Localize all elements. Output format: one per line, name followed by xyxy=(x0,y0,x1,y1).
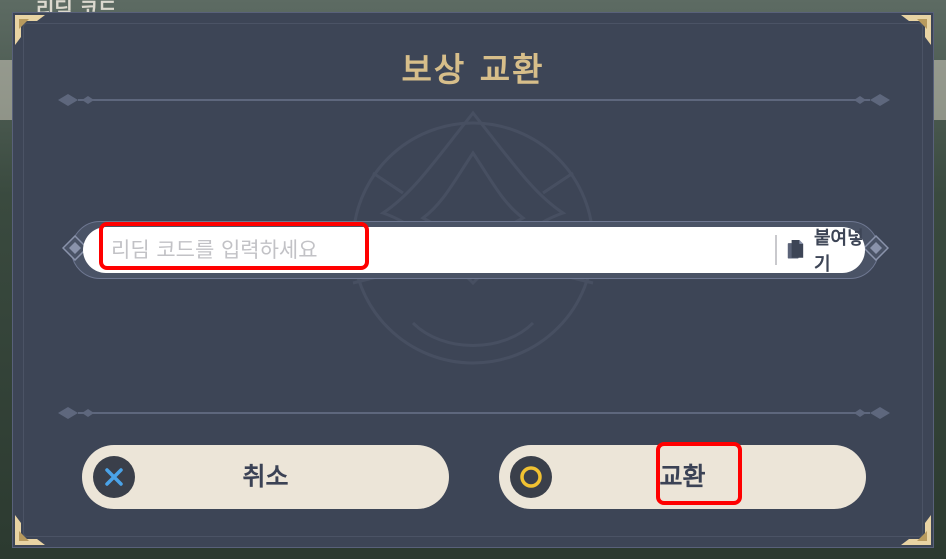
corner-ornament-icon xyxy=(901,15,931,45)
reward-exchange-dialog: 보상 교환 리딤 코드를 입력하세요 붙여넣기 취소 교환 xyxy=(12,12,934,548)
corner-ornament-icon xyxy=(15,15,45,45)
paste-button[interactable]: 붙여넣기 xyxy=(787,228,865,275)
cancel-button-label: 취소 xyxy=(242,462,289,491)
redeem-code-input[interactable] xyxy=(111,236,671,264)
redeem-code-field: 붙여넣기 xyxy=(83,227,865,275)
paste-button-label: 붙여넣기 xyxy=(813,228,864,275)
corner-ornament-icon xyxy=(15,515,45,545)
divider-bottom xyxy=(58,407,890,419)
game-screen: 리딤 코드 보상 교환 리딤 코드를 입력하세요 붙여넣기 취소 교환 xyxy=(0,0,946,559)
corner-ornament-icon xyxy=(901,515,931,545)
exchange-button-label: 교환 xyxy=(659,462,706,491)
cancel-button[interactable]: 취소 xyxy=(82,445,449,509)
background-panel-right xyxy=(932,60,946,120)
divider-top xyxy=(58,94,890,106)
input-separator xyxy=(775,235,777,265)
clipboard-icon xyxy=(787,239,804,259)
exchange-button[interactable]: 교환 xyxy=(499,445,866,509)
dialog-title: 보상 교환 xyxy=(401,50,545,89)
diamond-ornament-icon xyxy=(863,235,889,261)
